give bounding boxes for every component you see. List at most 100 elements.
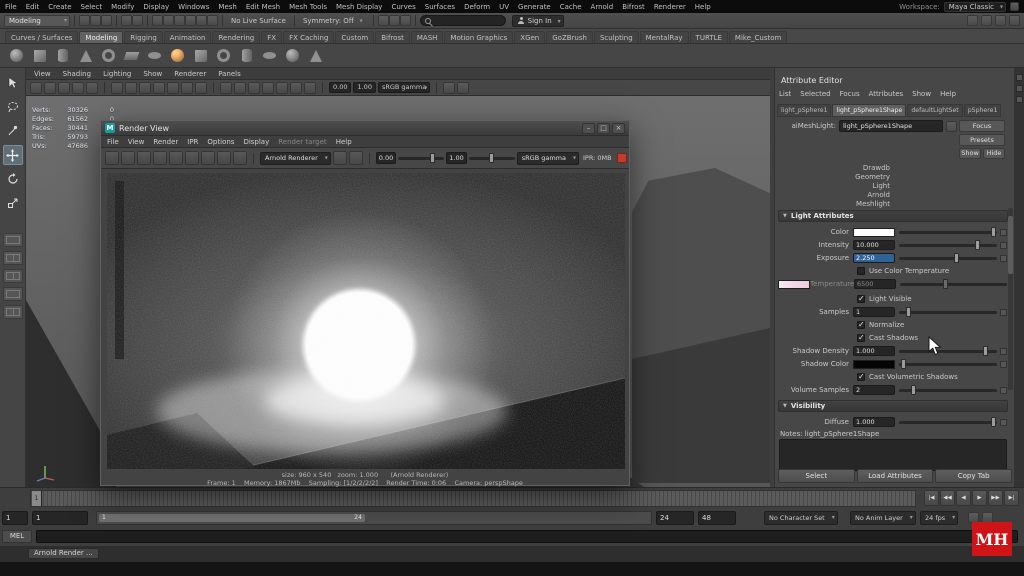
- shelf-tab[interactable]: TURTLE: [689, 31, 728, 43]
- sign-in-button[interactable]: Sign In: [511, 14, 564, 27]
- gamma-field[interactable]: 1.00: [446, 152, 467, 164]
- exposure-field[interactable]: 0.00: [375, 152, 397, 164]
- shelf-icon-poly-gear[interactable]: [260, 46, 279, 65]
- lasso-tool[interactable]: [3, 97, 23, 117]
- film-gate-icon[interactable]: [125, 81, 137, 94]
- copy-tab-button[interactable]: Copy Tab: [935, 469, 1013, 483]
- show-button[interactable]: Show: [959, 148, 981, 159]
- gamma-slider[interactable]: [468, 153, 515, 163]
- attribute-editor-tab[interactable]: pSphere1: [963, 104, 1002, 117]
- panel-menu-item[interactable]: View: [34, 70, 51, 78]
- refresh-ipr-icon[interactable]: [169, 151, 183, 165]
- diffuse-map-button[interactable]: [1000, 418, 1007, 426]
- rotate-tool[interactable]: [3, 169, 23, 189]
- time-slider[interactable]: 1: [30, 490, 916, 507]
- samples-map-button[interactable]: [1000, 308, 1007, 316]
- shelf-tab[interactable]: Curves / Surfaces: [5, 31, 79, 43]
- menu-item[interactable]: Deform: [464, 3, 490, 11]
- select-node-button[interactable]: Select: [778, 469, 855, 483]
- gate-mask-icon[interactable]: [153, 81, 165, 94]
- playback-button[interactable]: |◀: [924, 490, 939, 506]
- animation-end-field[interactable]: 48: [698, 511, 736, 525]
- render-view-menu-item[interactable]: Render: [153, 138, 178, 146]
- shelf-icon-poly-platonic[interactable]: [306, 46, 325, 65]
- undo-icon[interactable]: [121, 15, 132, 26]
- menu-item[interactable]: Mesh Display: [336, 3, 382, 11]
- menu-item[interactable]: Edit: [26, 3, 40, 11]
- panel-menu-item[interactable]: Panels: [218, 70, 241, 78]
- volume-samples-field[interactable]: 2: [853, 385, 895, 395]
- isolate-select-icon[interactable]: [443, 81, 456, 94]
- menu-item[interactable]: Curves: [391, 3, 415, 11]
- range-slider[interactable]: 1 24: [96, 511, 652, 525]
- shelf-tab[interactable]: FX Caching: [283, 31, 335, 43]
- ipr-render-icon[interactable]: [388, 15, 400, 26]
- menu-item[interactable]: Cache: [560, 3, 582, 11]
- attribute-editor-menu-item[interactable]: List: [779, 90, 791, 98]
- shelf-icon-poly-disc[interactable]: [145, 46, 164, 65]
- menu-item[interactable]: Surfaces: [425, 3, 455, 11]
- color-map-button[interactable]: [1000, 228, 1007, 236]
- intensity-map-button[interactable]: [1000, 241, 1007, 249]
- file-new-icon[interactable]: [79, 15, 90, 26]
- playback-button[interactable]: ▶▶: [988, 490, 1003, 506]
- use-color-temperature-checkbox[interactable]: [857, 267, 865, 275]
- shelf-icon-poly-cube[interactable]: [30, 46, 49, 65]
- panel-menu-item[interactable]: Shading: [63, 70, 91, 78]
- light-visible-checkbox[interactable]: [857, 294, 865, 303]
- sidebar-channel-box-icon[interactable]: [995, 15, 1006, 26]
- volume-samples-slider[interactable]: [899, 385, 997, 395]
- layout-two-pane-button[interactable]: [2, 251, 23, 265]
- motion-blur-icon[interactable]: [304, 81, 316, 94]
- snapshot-icon[interactable]: [137, 151, 151, 165]
- attribute-editor-menu-item[interactable]: Selected: [800, 90, 830, 98]
- exposure-map-button[interactable]: [1000, 254, 1007, 262]
- shelf-tab[interactable]: Rigging: [124, 31, 163, 43]
- resolution-gate-icon[interactable]: [139, 81, 151, 94]
- attribute-editor-tab[interactable]: light_pSphere1: [777, 104, 832, 117]
- shelf-icon-poly-soccer[interactable]: [283, 46, 302, 65]
- color-swatch[interactable]: [853, 227, 895, 237]
- render-current-frame-icon[interactable]: [377, 15, 389, 26]
- render-region-icon[interactable]: [121, 151, 135, 165]
- presets-button[interactable]: Presets: [959, 134, 1005, 146]
- color-slider[interactable]: [899, 227, 997, 237]
- menu-item[interactable]: Generate: [518, 3, 551, 11]
- search-input[interactable]: [419, 15, 506, 26]
- attribute-editor-menu-item[interactable]: Help: [940, 90, 956, 98]
- exposure-field[interactable]: 2.250: [853, 253, 895, 263]
- screen-space-ao-icon[interactable]: [290, 81, 302, 94]
- anim-layer-selector[interactable]: No Anim Layer: [850, 511, 916, 525]
- shelf-icon-poly-cube-bevel[interactable]: [191, 46, 210, 65]
- renderer-selector[interactable]: Arnold Renderer: [260, 151, 331, 165]
- samples-slider[interactable]: [899, 307, 997, 317]
- playback-button[interactable]: ▶|: [1004, 490, 1019, 506]
- shelf-tab[interactable]: MentalRay: [639, 31, 689, 43]
- light-attributes-section-header[interactable]: Light Attributes: [778, 210, 1008, 222]
- textured-icon[interactable]: [248, 81, 260, 94]
- shelf-tab[interactable]: XGen: [514, 31, 546, 43]
- shadow-density-slider[interactable]: [899, 346, 997, 356]
- lock-camera-icon[interactable]: [44, 81, 56, 94]
- shadow-density-map-button[interactable]: [1000, 347, 1007, 355]
- symmetry-selector[interactable]: Symmetry: Off: [303, 17, 365, 25]
- snap-point-icon[interactable]: [174, 15, 185, 26]
- menu-item[interactable]: Renderer: [654, 3, 686, 11]
- current-frame-indicator[interactable]: 1: [32, 491, 42, 506]
- sidebar-modeling-toolkit-icon[interactable]: [1009, 15, 1020, 26]
- menu-item[interactable]: Mesh: [218, 3, 236, 11]
- snap-projected-center-icon[interactable]: [185, 15, 196, 26]
- field-chart-icon[interactable]: [167, 81, 179, 94]
- shelf-tab[interactable]: Modeling: [79, 31, 124, 43]
- layout-four-pane-button[interactable]: [2, 269, 23, 283]
- shaded-icon[interactable]: [234, 81, 246, 94]
- select-tool[interactable]: [3, 73, 23, 93]
- panel-menu-item[interactable]: Renderer: [174, 70, 206, 78]
- visibility-section-header[interactable]: Visibility: [778, 400, 1008, 412]
- minimize-button[interactable]: –: [582, 122, 595, 134]
- scale-tool[interactable]: [3, 193, 23, 213]
- safe-action-icon[interactable]: [181, 81, 193, 94]
- playback-button[interactable]: ◀◀: [940, 490, 955, 506]
- workspace-selector[interactable]: Maya Classic: [943, 1, 1006, 12]
- shelf-tab[interactable]: Mike_Custom: [728, 31, 788, 43]
